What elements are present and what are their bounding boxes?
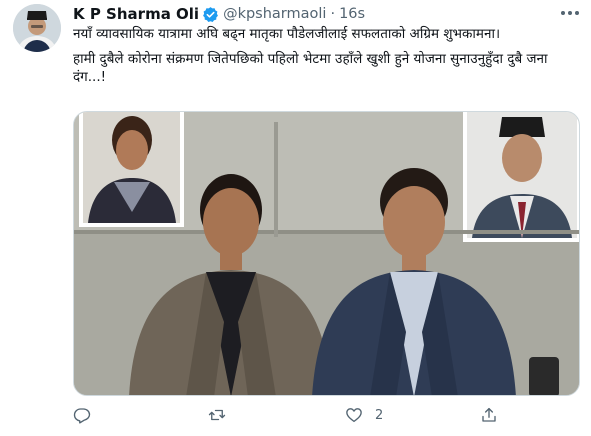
retweet-button[interactable]	[208, 406, 226, 424]
tweet-text-line-2: हामी दुबैले कोरोना संक्रमण जितेपछिको पहि…	[73, 50, 548, 86]
verified-badge-icon	[202, 6, 219, 23]
photo-image	[74, 112, 579, 395]
like-button[interactable]: 2	[345, 406, 383, 424]
tweet-text-line-1: नयाँ व्यावसायिक यात्रामा अघि बढ्न मातृका…	[73, 26, 501, 42]
timestamp[interactable]: 16s	[339, 6, 365, 22]
separator-dot: ·	[330, 6, 336, 22]
reply-icon	[73, 408, 91, 424]
share-button[interactable]	[480, 406, 498, 424]
tweet-header: K P Sharma Oli @kpsharmaoli · 16s	[73, 4, 591, 24]
share-icon	[482, 407, 496, 422]
tweet-actions: 2	[73, 400, 513, 430]
tweet-text: नयाँ व्यावसायिक यात्रामा अघि बढ्न मातृका…	[73, 25, 578, 87]
tweet-card[interactable]: K P Sharma Oli @kpsharmaoli · 16s नयाँ व…	[0, 0, 591, 436]
avatar[interactable]	[13, 4, 61, 52]
like-count: 2	[375, 407, 384, 423]
retweet-icon	[208, 409, 226, 421]
display-name[interactable]: K P Sharma Oli	[73, 5, 199, 23]
reply-button[interactable]	[73, 406, 91, 424]
more-options-icon[interactable]	[559, 4, 581, 22]
avatar-image	[13, 4, 61, 52]
like-heart-icon	[346, 408, 362, 423]
tweet-photo[interactable]	[73, 111, 580, 396]
handle[interactable]: @kpsharmaoli	[223, 6, 326, 22]
